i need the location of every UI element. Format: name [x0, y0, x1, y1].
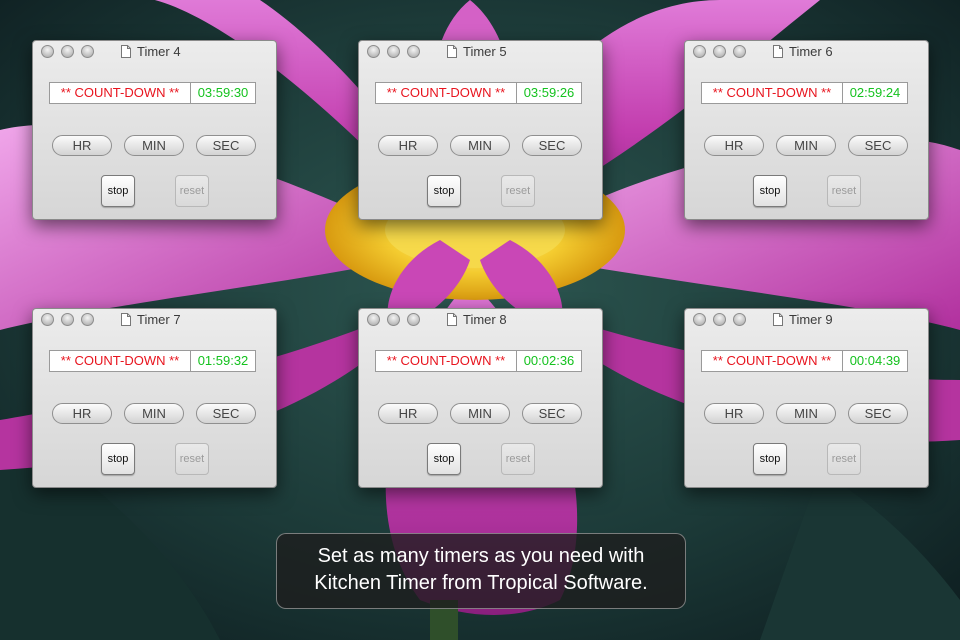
timer-display: ** COUNT-DOWN ** 00:02:36	[375, 350, 582, 372]
mode-label: ** COUNT-DOWN **	[50, 351, 191, 371]
mode-label: ** COUNT-DOWN **	[702, 351, 843, 371]
timer-display: ** COUNT-DOWN ** 00:04:39	[701, 350, 908, 372]
reset-button[interactable]: reset	[501, 175, 535, 207]
window-title: Timer 8	[463, 312, 507, 327]
sec-button[interactable]: SEC	[848, 403, 908, 424]
hr-button[interactable]: HR	[704, 135, 764, 156]
timer-display: ** COUNT-DOWN ** 03:59:30	[49, 82, 256, 104]
document-icon	[447, 313, 457, 326]
mode-label: ** COUNT-DOWN **	[376, 83, 517, 103]
minimize-button[interactable]	[61, 45, 74, 58]
timer-display: ** COUNT-DOWN ** 02:59:24	[701, 82, 908, 104]
stop-button[interactable]: stop	[101, 175, 135, 207]
stop-button[interactable]: stop	[753, 443, 787, 475]
min-button[interactable]: MIN	[450, 135, 510, 156]
time-readout: 03:59:26	[523, 85, 575, 100]
document-icon	[447, 45, 457, 58]
minimize-button[interactable]	[61, 313, 74, 326]
sec-button[interactable]: SEC	[196, 135, 256, 156]
reset-button[interactable]: reset	[827, 175, 861, 207]
min-button[interactable]: MIN	[124, 403, 184, 424]
reset-button[interactable]: reset	[175, 175, 209, 207]
caption-banner: Set as many timers as you need with Kitc…	[276, 533, 686, 609]
zoom-button[interactable]	[81, 313, 94, 326]
reset-button[interactable]: reset	[827, 443, 861, 475]
title-bar[interactable]: Timer 5	[359, 41, 602, 63]
timer-window[interactable]: Timer 7 ** COUNT-DOWN ** 01:59:32 HR MIN…	[32, 308, 277, 488]
caption-line-1: Set as many timers as you need with	[317, 545, 645, 567]
title-bar[interactable]: Timer 8	[359, 309, 602, 331]
title-bar[interactable]: Timer 6	[685, 41, 928, 63]
stop-button[interactable]: stop	[427, 443, 461, 475]
zoom-button[interactable]	[407, 45, 420, 58]
sec-button[interactable]: SEC	[522, 135, 582, 156]
stop-button[interactable]: stop	[101, 443, 135, 475]
timer-window[interactable]: Timer 6 ** COUNT-DOWN ** 02:59:24 HR MIN…	[684, 40, 929, 220]
minimize-button[interactable]	[387, 313, 400, 326]
minimize-button[interactable]	[713, 313, 726, 326]
timer-window[interactable]: Timer 4 ** COUNT-DOWN ** 03:59:30 HR MIN…	[32, 40, 277, 220]
title-bar[interactable]: Timer 9	[685, 309, 928, 331]
close-button[interactable]	[693, 45, 706, 58]
timer-window[interactable]: Timer 8 ** COUNT-DOWN ** 00:02:36 HR MIN…	[358, 308, 603, 488]
close-button[interactable]	[367, 45, 380, 58]
mode-label: ** COUNT-DOWN **	[50, 83, 191, 103]
hr-button[interactable]: HR	[378, 403, 438, 424]
document-icon	[773, 45, 783, 58]
min-button[interactable]: MIN	[124, 135, 184, 156]
window-title: Timer 6	[789, 44, 833, 59]
reset-button[interactable]: reset	[501, 443, 535, 475]
time-readout: 00:04:39	[849, 353, 901, 368]
window-title: Timer 7	[137, 312, 181, 327]
mode-label: ** COUNT-DOWN **	[702, 83, 843, 103]
timer-display: ** COUNT-DOWN ** 03:59:26	[375, 82, 582, 104]
hr-button[interactable]: HR	[378, 135, 438, 156]
sec-button[interactable]: SEC	[196, 403, 256, 424]
reset-button[interactable]: reset	[175, 443, 209, 475]
time-readout: 03:59:30	[197, 85, 249, 100]
close-button[interactable]	[41, 45, 54, 58]
close-button[interactable]	[41, 313, 54, 326]
hr-button[interactable]: HR	[52, 403, 112, 424]
caption-line-2: Kitchen Timer from Tropical Software.	[314, 572, 648, 594]
hr-button[interactable]: HR	[52, 135, 112, 156]
min-button[interactable]: MIN	[450, 403, 510, 424]
zoom-button[interactable]	[733, 45, 746, 58]
timer-display: ** COUNT-DOWN ** 01:59:32	[49, 350, 256, 372]
title-bar[interactable]: Timer 4	[33, 41, 276, 63]
sec-button[interactable]: SEC	[848, 135, 908, 156]
close-button[interactable]	[693, 313, 706, 326]
close-button[interactable]	[367, 313, 380, 326]
title-bar[interactable]: Timer 7	[33, 309, 276, 331]
hr-button[interactable]: HR	[704, 403, 764, 424]
window-title: Timer 9	[789, 312, 833, 327]
timer-window[interactable]: Timer 9 ** COUNT-DOWN ** 00:04:39 HR MIN…	[684, 308, 929, 488]
minimize-button[interactable]	[387, 45, 400, 58]
document-icon	[121, 313, 131, 326]
stop-button[interactable]: stop	[753, 175, 787, 207]
document-icon	[773, 313, 783, 326]
document-icon	[121, 45, 131, 58]
min-button[interactable]: MIN	[776, 135, 836, 156]
mode-label: ** COUNT-DOWN **	[376, 351, 517, 371]
min-button[interactable]: MIN	[776, 403, 836, 424]
sec-button[interactable]: SEC	[522, 403, 582, 424]
window-title: Timer 4	[137, 44, 181, 59]
time-readout: 01:59:32	[197, 353, 249, 368]
stop-button[interactable]: stop	[427, 175, 461, 207]
time-readout: 02:59:24	[849, 85, 901, 100]
zoom-button[interactable]	[407, 313, 420, 326]
time-readout: 00:02:36	[523, 353, 575, 368]
timer-window[interactable]: Timer 5 ** COUNT-DOWN ** 03:59:26 HR MIN…	[358, 40, 603, 220]
window-title: Timer 5	[463, 44, 507, 59]
minimize-button[interactable]	[713, 45, 726, 58]
zoom-button[interactable]	[733, 313, 746, 326]
zoom-button[interactable]	[81, 45, 94, 58]
